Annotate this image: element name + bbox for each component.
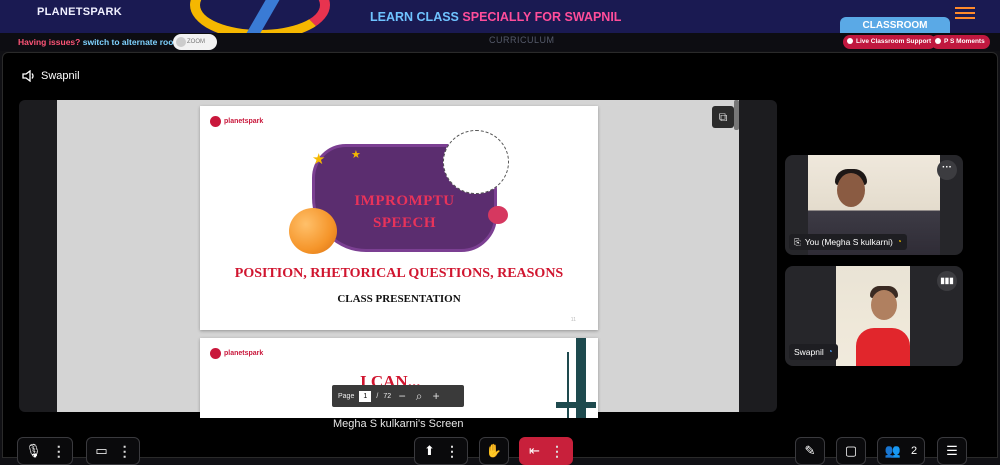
document-scrollbar[interactable]: [734, 100, 739, 130]
raise-hand-button[interactable]: ✋: [479, 437, 509, 465]
screen-share-label: Megha S kulkarni's Screen: [333, 418, 464, 430]
pdf-toolbar: Page 1 / 72 − ⌕ +: [332, 385, 464, 407]
wifi-icon: ◔: [827, 347, 833, 356]
zoom-toggle[interactable]: ZOOM: [173, 34, 217, 50]
more-options-icon[interactable]: ⋮: [118, 443, 132, 460]
curriculum-tab[interactable]: CURRICULUM: [489, 35, 555, 45]
ps-moments-button[interactable]: P S Moments: [931, 35, 990, 49]
participants-icon[interactable]: 👥: [885, 443, 901, 459]
total-pages: 72: [383, 392, 392, 400]
dashed-circle-decoration: [443, 130, 509, 194]
microphone-icon[interactable]: 🎙: [25, 443, 42, 459]
participant-video: [837, 173, 865, 207]
participant-name-chip: ⎘ You (Megha S kulkarni) ◔: [789, 234, 907, 250]
star-icon: ★: [312, 151, 326, 168]
participant-video: [871, 290, 897, 320]
planet-decoration: [289, 208, 337, 254]
whiteboard-icon[interactable]: ✎: [805, 443, 816, 459]
page-separator: /: [376, 392, 379, 400]
slide-logo: planetspark: [210, 116, 263, 127]
share-screen-control[interactable]: ⬆ ⋮: [414, 437, 468, 465]
zoom-in-button[interactable]: +: [430, 389, 442, 403]
classroom-tab[interactable]: CLASSROOM: [840, 17, 950, 33]
active-speaker: Swapnil: [22, 70, 80, 82]
participant-video: [856, 328, 910, 366]
more-options-icon[interactable]: ⋮: [52, 443, 66, 460]
star-icon: ★: [351, 149, 361, 161]
active-speaker-name: Swapnil: [41, 70, 80, 82]
slide-logo: planetspark: [210, 348, 263, 359]
whiteboard-button[interactable]: ✎: [795, 437, 825, 465]
slide-heading: POSITION, RHETORICAL QUESTIONS, REASONS: [234, 266, 564, 281]
issues-notice[interactable]: Having issues? switch to alternate room: [18, 37, 181, 47]
page-label: Page: [338, 392, 355, 400]
chat-icon[interactable]: ▢: [845, 443, 857, 459]
slide-decoration: [567, 352, 569, 418]
camera-control[interactable]: ▭ ⋮: [86, 437, 140, 465]
audio-level-icon[interactable]: ▮▮▮: [937, 271, 957, 291]
menu-icon[interactable]: ☰: [946, 443, 958, 459]
participant-name-chip: Swapnil ◔: [789, 344, 838, 360]
microphone-control[interactable]: 🎙 ⋮: [17, 437, 73, 465]
more-options-icon[interactable]: ⋮: [445, 443, 459, 460]
live-support-button[interactable]: Live Classroom Support: [843, 35, 937, 49]
participants-count: 2: [911, 445, 918, 457]
menu-button[interactable]: ☰: [937, 437, 967, 465]
moments-icon: [935, 38, 941, 44]
top-header: PLANETSPARK LEARN CLASS SPECIALLY FOR SW…: [0, 0, 1000, 33]
slide-subheading: CLASS PRESENTATION: [337, 293, 461, 305]
hand-icon[interactable]: ✋: [486, 443, 502, 459]
comet-decoration: [488, 206, 508, 224]
hamburger-menu-icon[interactable]: [955, 7, 975, 19]
slide-title: IMPROMPTU SPEECH: [354, 193, 455, 231]
popout-icon[interactable]: ⧉: [712, 106, 734, 128]
share-screen-icon[interactable]: ⬆: [424, 443, 435, 459]
participants-button[interactable]: 👥 2: [877, 437, 925, 465]
chat-button[interactable]: ▢: [836, 437, 866, 465]
more-options-icon[interactable]: ···: [937, 160, 957, 180]
leave-icon[interactable]: ⇤: [529, 443, 540, 459]
page-number-input[interactable]: 1: [359, 390, 372, 402]
zoom-search-icon[interactable]: ⌕: [413, 389, 425, 404]
support-icon: [847, 38, 853, 44]
camera-icon[interactable]: ▭: [95, 443, 107, 459]
speaker-icon: [22, 70, 34, 82]
screen-share-icon: ⎘: [794, 237, 801, 247]
zoom-out-button[interactable]: −: [396, 389, 408, 403]
planetspark-logo[interactable]: PLANETSPARK: [37, 6, 122, 18]
slide-decoration: [556, 402, 596, 408]
more-options-icon[interactable]: ⋮: [550, 443, 564, 460]
slide-1: planetspark IMPROMPTU SPEECH ★ ★ POSITIO…: [200, 106, 598, 330]
leave-control[interactable]: ⇤ ⋮: [519, 437, 573, 465]
class-headline: LEARN CLASS SPECIALLY FOR SWAPNIL: [370, 10, 622, 24]
slide-page-mark: 11: [570, 317, 576, 323]
wifi-icon: ◔: [896, 237, 902, 246]
